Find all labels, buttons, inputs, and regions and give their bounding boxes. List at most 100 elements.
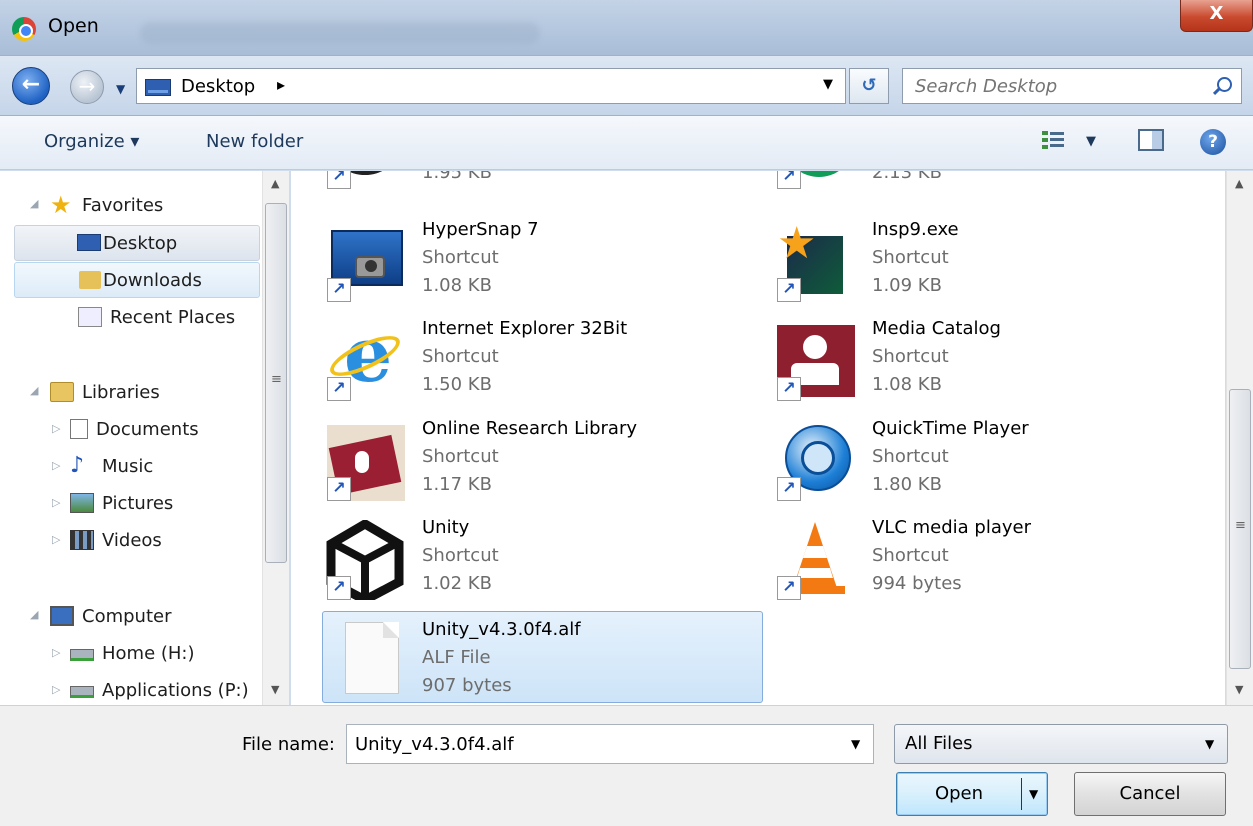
forward-button[interactable]: →: [70, 70, 104, 104]
nav-scroll-thumb[interactable]: [265, 203, 287, 563]
chevron-right-icon[interactable]: ▸: [277, 75, 285, 94]
open-button-label[interactable]: Open: [897, 773, 1021, 815]
collapse-arrow-icon[interactable]: ◢: [30, 197, 38, 210]
documents-icon: [70, 419, 88, 439]
nav-pictures-label: Pictures: [102, 492, 174, 514]
shortcut-arrow-icon: ↗: [777, 171, 801, 189]
open-button[interactable]: Open ▼: [896, 772, 1048, 816]
file-item[interactable]: ↗ QuickTime Player Shortcut 1.80 KB: [741, 411, 1181, 501]
nav-recent-places[interactable]: Recent Places: [78, 299, 235, 335]
navigation-pane[interactable]: ◢ ★ Favorites Desktop Downloads Recent P…: [0, 171, 290, 705]
scroll-down-icon[interactable]: ▼: [1235, 683, 1243, 696]
unity-icon: ↗: [325, 518, 405, 606]
expand-arrow-icon[interactable]: ▷: [52, 422, 60, 435]
file-size: 1.17 KB: [422, 474, 492, 495]
nav-home-drive[interactable]: Home (H:): [70, 635, 195, 671]
file-item[interactable]: ↗ VLC media player Shortcut 994 bytes: [741, 510, 1181, 600]
nav-downloads[interactable]: Downloads: [14, 262, 260, 298]
file-name: Online Research Library: [422, 418, 638, 439]
expand-arrow-icon[interactable]: ▷: [52, 646, 60, 659]
file-type-dropdown-icon[interactable]: ▼: [1205, 737, 1214, 751]
nav-scrollbar[interactable]: ▲ ▼: [262, 171, 289, 705]
file-name-combo[interactable]: ▼: [346, 724, 874, 764]
search-icon[interactable]: [1217, 77, 1232, 92]
nav-home-drive-label: Home (H:): [102, 642, 195, 664]
nav-favorites[interactable]: ★ Favorites: [50, 187, 163, 223]
collapse-arrow-icon[interactable]: ◢: [30, 384, 38, 397]
star-icon: ★: [50, 191, 72, 219]
nav-desktop[interactable]: Desktop: [14, 225, 260, 261]
preview-pane-icon[interactable]: [1138, 129, 1164, 151]
file-item[interactable]: ↗ HyperSnap 7 Shortcut 1.08 KB: [291, 212, 731, 302]
refresh-button[interactable]: ↺: [849, 68, 889, 104]
close-button[interactable]: X: [1180, 0, 1253, 32]
nav-computer[interactable]: Computer: [50, 598, 171, 634]
nav-applications-drive[interactable]: Applications (P:): [70, 672, 249, 705]
shortcut-arrow-icon: ↗: [777, 477, 801, 501]
new-folder-button[interactable]: New folder: [206, 131, 303, 152]
expand-arrow-icon[interactable]: ▷: [52, 496, 60, 509]
desktop-icon: [145, 79, 171, 96]
scroll-up-icon[interactable]: ▲: [1235, 177, 1243, 190]
expand-arrow-icon[interactable]: ▷: [52, 533, 60, 546]
scroll-up-icon[interactable]: ▲: [271, 177, 279, 190]
file-name-dropdown-icon[interactable]: ▼: [851, 737, 860, 751]
file-list[interactable]: ↗ 1.95 KB ↗ 2.13 KB ↗ HyperSnap 7 Shortc…: [291, 171, 1225, 705]
file-size: 1.95 KB: [422, 171, 492, 183]
file-name: Unity_v4.3.0f4.alf: [422, 619, 581, 640]
nav-libraries[interactable]: Libraries: [50, 374, 160, 410]
change-view-icon[interactable]: [1042, 129, 1064, 153]
file-type-select[interactable]: All Files ▼: [894, 724, 1228, 764]
shortcut-arrow-icon: ↗: [327, 171, 351, 189]
address-dropdown-icon[interactable]: ▼: [823, 77, 833, 92]
search-input[interactable]: [903, 69, 1203, 103]
file-type: Shortcut: [422, 446, 499, 467]
history-dropdown-icon[interactable]: ▼: [116, 82, 125, 96]
file-type: Shortcut: [872, 545, 949, 566]
file-size: 1.02 KB: [422, 573, 492, 594]
file-name: Unity: [422, 517, 470, 538]
expand-arrow-icon[interactable]: ▷: [52, 459, 60, 472]
shortcut-arrow-icon: ↗: [777, 576, 801, 600]
vlc-icon: ↗: [775, 520, 855, 600]
file-item[interactable]: ↗ Media Catalog Shortcut 1.08 KB: [741, 311, 1181, 401]
back-button[interactable]: ←: [12, 67, 50, 105]
shortcut-arrow-icon: ↗: [777, 278, 801, 302]
nav-music[interactable]: ♪ Music: [70, 448, 153, 484]
file-item[interactable]: ↗ Online Research Library Shortcut 1.17 …: [291, 411, 731, 501]
open-dropdown-icon[interactable]: ▼: [1029, 773, 1038, 815]
scroll-down-icon[interactable]: ▼: [271, 683, 279, 696]
insp9-icon: ★ ↗: [775, 222, 855, 302]
title-bar: Open X: [0, 0, 1253, 56]
address-bar[interactable]: Desktop ▸ ▼: [136, 68, 846, 104]
file-type: ALF File: [422, 647, 491, 668]
file-list-scrollbar[interactable]: ▲ ▼: [1226, 171, 1253, 705]
address-location[interactable]: Desktop: [181, 76, 255, 97]
collapse-arrow-icon[interactable]: ◢: [30, 608, 38, 621]
help-icon[interactable]: ?: [1200, 129, 1226, 155]
organize-button[interactable]: Organize ▾: [44, 131, 139, 152]
file-item[interactable]: ↗ 2.13 KB: [741, 171, 1181, 189]
file-item-selected[interactable]: Unity_v4.3.0f4.alf ALF File 907 bytes: [322, 611, 763, 703]
file-item[interactable]: ★ ↗ Insp9.exe Shortcut 1.09 KB: [741, 212, 1181, 302]
cancel-button[interactable]: Cancel: [1074, 772, 1226, 816]
file-item[interactable]: ↗ Unity Shortcut 1.02 KB: [291, 510, 731, 606]
file-item[interactable]: ↗ 1.95 KB: [291, 171, 731, 189]
window-title: Open: [48, 15, 99, 37]
computer-icon: [50, 606, 74, 626]
search-box[interactable]: [902, 68, 1242, 104]
view-dropdown-icon[interactable]: ▼: [1086, 134, 1096, 149]
app-shortcut-icon: ↗: [325, 171, 405, 189]
nav-documents-label: Documents: [96, 418, 199, 440]
nav-downloads-label: Downloads: [103, 269, 202, 291]
file-name-input[interactable]: [347, 725, 837, 763]
file-list-scroll-thumb[interactable]: [1229, 389, 1251, 669]
file-item[interactable]: e ↗ Internet Explorer 32Bit Shortcut 1.5…: [291, 311, 731, 401]
nav-recent-places-label: Recent Places: [110, 306, 236, 328]
nav-videos[interactable]: Videos: [70, 522, 162, 558]
nav-libraries-label: Libraries: [82, 381, 160, 403]
file-size: 1.50 KB: [422, 374, 492, 395]
nav-pictures[interactable]: Pictures: [70, 485, 173, 521]
expand-arrow-icon[interactable]: ▷: [52, 683, 60, 696]
nav-documents[interactable]: Documents: [70, 411, 199, 447]
